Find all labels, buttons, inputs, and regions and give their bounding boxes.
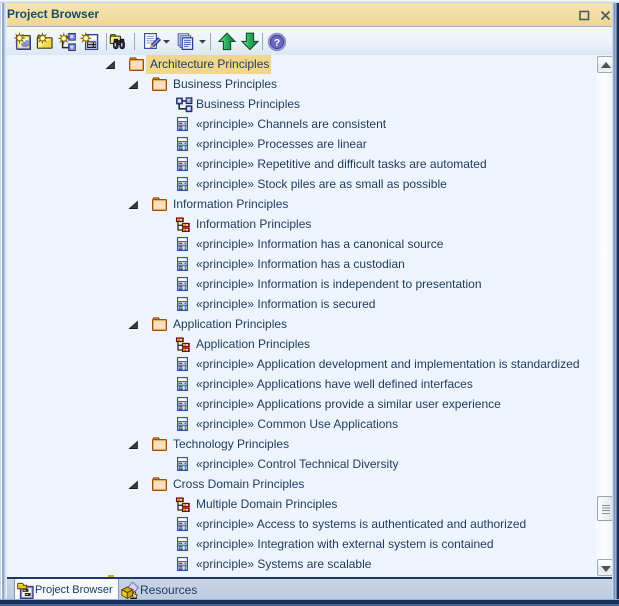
svg-text:?: ? — [274, 37, 280, 49]
